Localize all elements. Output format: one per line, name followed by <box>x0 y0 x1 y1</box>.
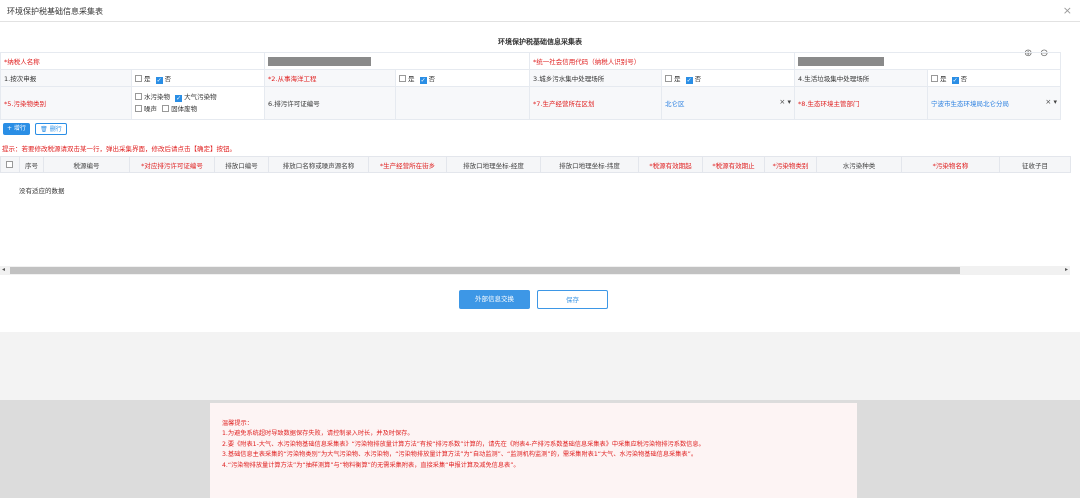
horizontal-scrollbar[interactable]: ◂ ▸ <box>0 266 1070 275</box>
col-header: 税源编号 <box>43 156 130 173</box>
external-exchange-button[interactable]: 外部信息交换 <box>459 290 530 309</box>
tip-line: 2.要《附表1-大气、水污染物基础信息采集表》“污染物排放量计算方法”有按“排污… <box>222 440 705 448</box>
col-header: *对应排污许可证编号 <box>129 156 215 173</box>
col-header: 水污染种类 <box>816 156 902 173</box>
district-select[interactable]: 北仑区 × ▾ <box>661 86 795 120</box>
checkbox-water[interactable] <box>135 93 142 100</box>
scroll-right-icon[interactable]: ▸ <box>1065 266 1068 273</box>
clear-icon[interactable]: × <box>1045 98 1051 106</box>
redacted-block <box>268 56 371 66</box>
permit-value[interactable] <box>395 86 530 120</box>
col-header: *污染物类别 <box>764 156 817 173</box>
checkbox-yes[interactable] <box>665 74 672 82</box>
footer-band <box>0 332 1080 400</box>
eco-dept-label: *8.生态环境主管部门 <box>794 86 928 120</box>
pollutant-type-options: 水污染物 ✓ 大气污染物 噪声 固体废物 <box>131 86 265 120</box>
district-label: *7.生产经营所在区划 <box>529 86 662 120</box>
checkbox-no[interactable]: ✓ <box>685 76 693 84</box>
permit-label: 6.排污许可证编号 <box>264 86 396 120</box>
checkbox-yes[interactable] <box>931 74 938 82</box>
save-button[interactable]: 保存 <box>537 290 608 309</box>
redacted-block <box>798 56 884 66</box>
tax-source-grid: 序号 税源编号 *对应排污许可证编号 排放口编号 排放口名称或噪声源名称 *生产… <box>0 156 1071 173</box>
first-filing-options: 是 ✓ 否 <box>131 69 265 87</box>
marine-options: 是 ✓ 否 <box>395 69 530 87</box>
clear-icon[interactable]: × <box>779 98 785 106</box>
pollutant-type-label: *5.污染物类别 <box>0 86 132 120</box>
chevron-down-icon[interactable]: ▾ <box>1053 98 1057 106</box>
chevron-down-icon[interactable]: ▾ <box>787 98 791 106</box>
col-header: 排放口名称或噪声源名称 <box>268 156 369 173</box>
garbage-options: 是 ✓ 否 <box>927 69 1061 87</box>
checkbox-noise[interactable] <box>135 105 142 112</box>
col-header: *生产经营所在街乡 <box>368 156 447 173</box>
taxpayer-name-label: *纳税人名称 <box>0 52 265 70</box>
first-filing-label: 1.按次申报 <box>0 69 132 87</box>
taxpayer-name-value <box>264 52 530 70</box>
select-all-checkbox[interactable] <box>0 156 20 173</box>
add-row-button[interactable]: + 增行 <box>3 123 30 135</box>
garbage-label: 4.生活垃圾集中处理场所 <box>794 69 928 87</box>
scroll-left-icon[interactable]: ◂ <box>2 266 5 273</box>
form-title: 环境保护税基础信息采集表 <box>498 38 582 46</box>
col-header: *税源有效期起 <box>638 156 703 173</box>
close-icon[interactable]: × <box>1063 4 1072 17</box>
checkbox-yes[interactable] <box>399 74 406 82</box>
dialog-title: 环境保护税基础信息采集表 <box>7 7 103 16</box>
checkbox-no[interactable]: ✓ <box>951 76 959 84</box>
tip-line: 1.为避免系统超时导致数据保存失败，请控制录入时长，并及时保存。 <box>222 430 414 438</box>
urban-sewage-label: 3.城乡污水集中处理场所 <box>529 69 662 87</box>
empty-message: 没有适应的数据 <box>19 187 65 195</box>
col-header: 征收子目 <box>999 156 1071 173</box>
tips-title: 温馨提示： <box>222 420 253 427</box>
checkbox-yes[interactable] <box>135 74 142 82</box>
col-header: *污染物名称 <box>901 156 1000 173</box>
col-header: 排放口编号 <box>214 156 269 173</box>
grid-toolbar: + 增行 🗑 删行 <box>3 123 70 136</box>
checkbox-air[interactable]: ✓ <box>175 95 183 102</box>
eco-dept-select[interactable]: 宁波市生态环境局北仑分局 × ▾ <box>927 86 1061 120</box>
checkbox-solid[interactable] <box>162 105 170 112</box>
col-header: 排放口地理坐标-纬度 <box>540 156 639 173</box>
tip-line: 3.基础信息主表采集的“污染物类别”为大气污染物、水污染物，“污染物排放量计算方… <box>222 451 698 459</box>
col-header: 排放口地理坐标-经度 <box>446 156 541 173</box>
scrollbar-thumb[interactable] <box>10 267 960 274</box>
checkbox-no[interactable]: ✓ <box>419 76 427 84</box>
checkbox-no[interactable]: ✓ <box>155 76 163 84</box>
dialog-titlebar: 环境保护税基础信息采集表 × <box>0 0 1080 22</box>
urban-sewage-options: 是 ✓ 否 <box>661 69 795 87</box>
credit-code-label: *统一社会信用代码（纳税人识别号） <box>529 52 795 70</box>
marine-label: *2.从事海洋工程 <box>264 69 396 87</box>
tips-panel: 温馨提示： 1.为避免系统超时导致数据保存失败，请控制录入时长，并及时保存。 2… <box>210 403 857 498</box>
basic-info-form: *纳税人名称 *统一社会信用代码（纳税人识别号） 1.按次申报 是 ✓ 否 *2.… <box>0 52 1061 120</box>
edit-hint: 提示：若要修改税源请双击某一行，弹出采集界面，修改后请点击【确定】按钮。 <box>2 145 236 153</box>
col-header: *税源有效期止 <box>702 156 765 173</box>
credit-code-value <box>794 52 1061 70</box>
col-header: 序号 <box>19 156 44 173</box>
tip-line: 4.“污染物排放量计算方法”为“抽样测算”与“物料衡算”的无需采集附表，直接采集… <box>222 461 520 469</box>
delete-row-button[interactable]: 🗑 删行 <box>35 123 67 135</box>
